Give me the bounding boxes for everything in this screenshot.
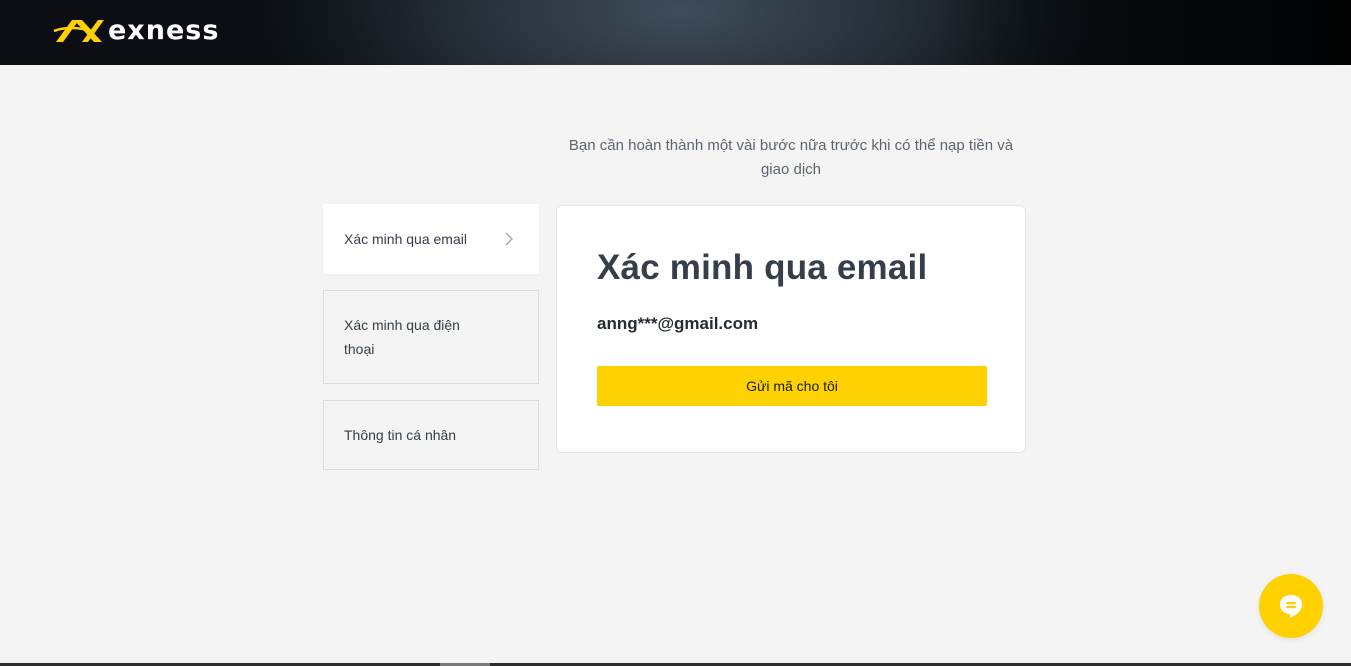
chat-icon — [1280, 595, 1302, 618]
card-title: Xác minh qua email — [597, 248, 928, 287]
step-email-verification[interactable]: Xác minh qua email — [323, 204, 539, 274]
step-phone-verification[interactable]: Xác minh qua điện thoại — [323, 290, 539, 384]
step-label: Thông tin cá nhân — [344, 427, 457, 443]
page: exness Bạn cần hoàn thành một vài bước n… — [0, 0, 1351, 666]
verification-steps: Xác minh qua email Xác minh qua điện tho… — [323, 204, 539, 470]
intro-message: Bạn cần hoàn thành một vài bước nữa trướ… — [568, 137, 1014, 178]
chat-button[interactable] — [1259, 574, 1323, 638]
email-verification-card: Xác minh qua email anng***@gmail.com Gửi… — [556, 205, 1026, 453]
brand-name: exness — [108, 15, 220, 46]
send-code-button[interactable]: Gửi mã cho tôi — [597, 366, 987, 406]
exness-logo-icon — [53, 20, 104, 42]
top-header: exness — [0, 0, 1351, 65]
step-label: Xác minh qua email — [344, 231, 467, 247]
step-label: Xác minh qua điện thoại — [344, 317, 460, 357]
masked-email: anng***@gmail.com — [597, 314, 759, 333]
brand-logo[interactable]: exness — [52, 16, 219, 46]
chevron-right-icon — [505, 232, 513, 246]
step-personal-info[interactable]: Thông tin cá nhân — [323, 400, 539, 470]
